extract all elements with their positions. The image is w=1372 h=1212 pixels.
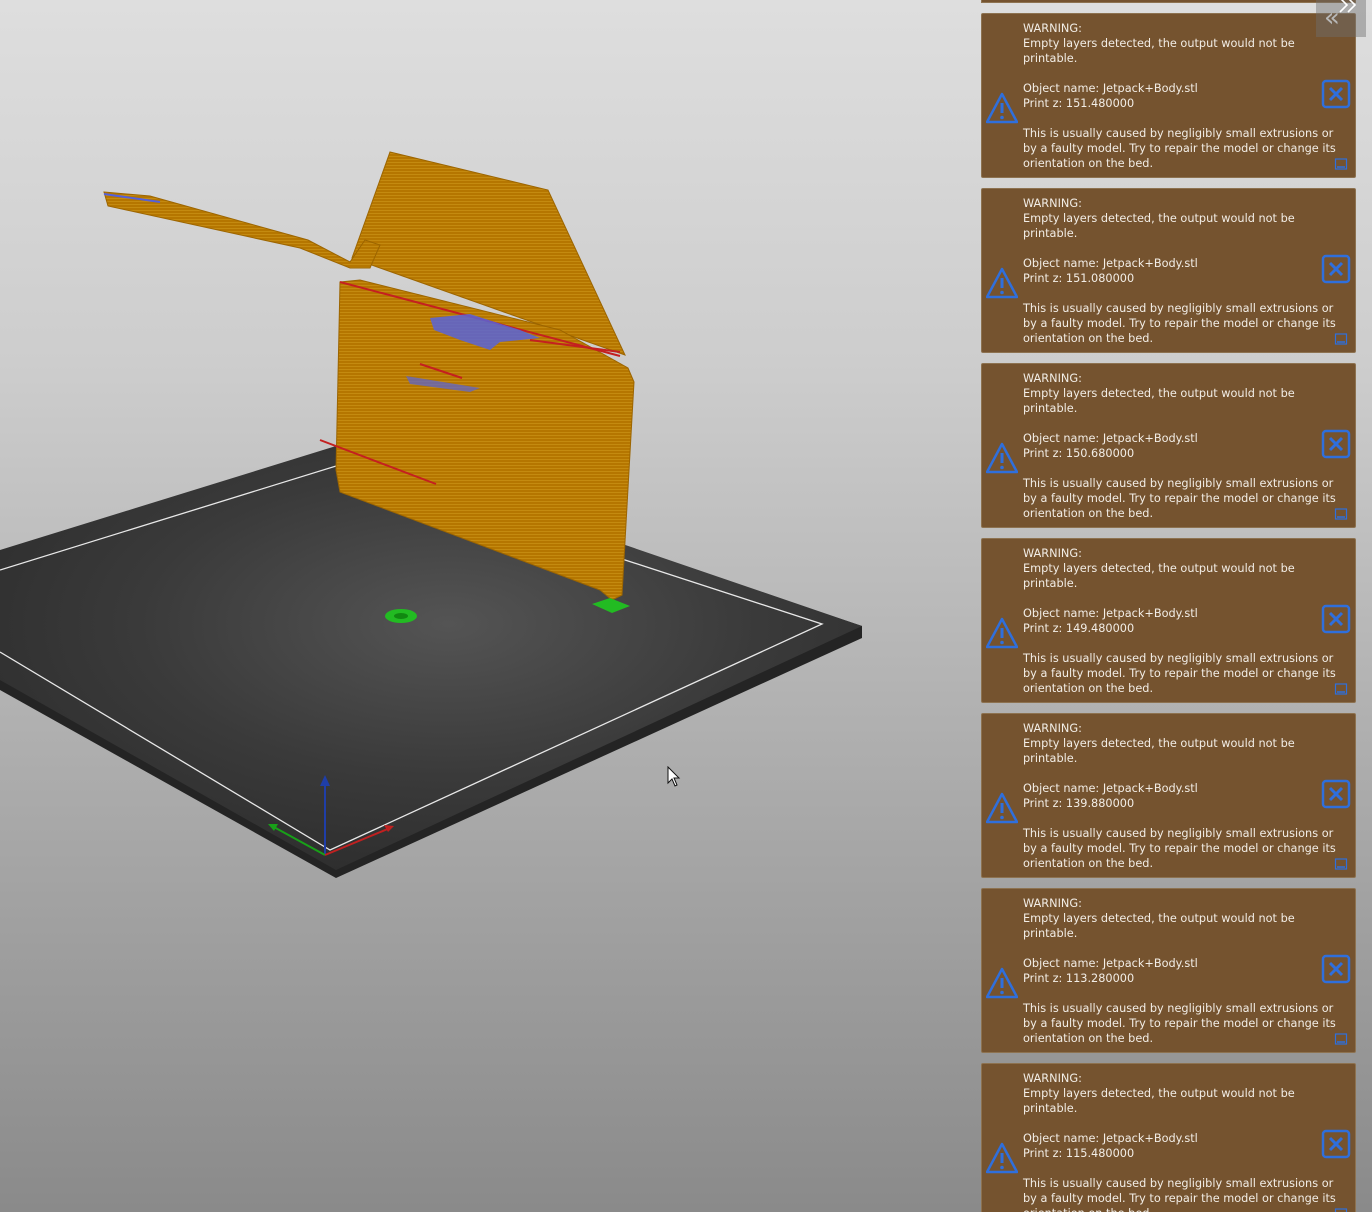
warning-triangle-icon (986, 442, 1018, 474)
warning-message: printable. (1023, 752, 1078, 765)
warning-message: printable. (1023, 1102, 1078, 1115)
hint-text: by a faulty model. Try to repair the mod… (1023, 842, 1336, 855)
print-z: Print z: 113.280000 (1023, 972, 1135, 985)
warning-triangle-icon (986, 792, 1018, 824)
object-name: Object name: Jetpack+Body.stl (1023, 957, 1198, 970)
warning-heading: WARNING: (1023, 722, 1082, 735)
minimize-notification-icon[interactable] (1334, 857, 1348, 871)
notification-card: WARNING: Empty layers detected, the outpu… (981, 1063, 1356, 1212)
minimize-notification-icon[interactable] (1334, 332, 1348, 346)
hint-text: This is usually caused by negligibly sma… (1023, 652, 1334, 665)
warning-message: printable. (1023, 577, 1078, 590)
hint-text: orientation on the bed. (1023, 682, 1154, 695)
notification-text: WARNING: Empty layers detected, the outpu… (1023, 1071, 1336, 1212)
minimize-notification-icon[interactable] (1334, 1207, 1348, 1212)
minimize-notification-icon[interactable] (1334, 1032, 1348, 1046)
close-notification-button[interactable] (1321, 604, 1351, 634)
minimize-notification-icon[interactable] (1334, 682, 1348, 696)
notification-text: WARNING: Empty layers detected, the outpu… (1023, 371, 1336, 521)
warning-message: printable. (1023, 927, 1078, 940)
notification-list[interactable]: WARNING: Empty layers detected, the outpu… (981, 0, 1356, 1212)
warning-message: Empty layers detected, the output would … (1023, 212, 1295, 225)
hint-text: by a faulty model. Try to repair the mod… (1023, 1192, 1336, 1205)
minimize-notification-icon[interactable] (1334, 157, 1348, 171)
notification-text: WARNING: Empty layers detected, the outpu… (1023, 721, 1336, 871)
notification-card: WARNING: Empty layers detected, the outpu… (981, 13, 1356, 178)
warning-message: Empty layers detected, the output would … (1023, 562, 1295, 575)
notification-card: WARNING: Empty layers detected, the outpu… (981, 888, 1356, 1053)
print-z: Print z: 149.480000 (1023, 622, 1135, 635)
hint-text: orientation on the bed. (1023, 332, 1154, 345)
warning-heading: WARNING: (1023, 372, 1082, 385)
object-name: Object name: Jetpack+Body.stl (1023, 782, 1198, 795)
object-name: Object name: Jetpack+Body.stl (1023, 82, 1198, 95)
close-notification-button[interactable] (1321, 254, 1351, 284)
print-z: Print z: 115.480000 (1023, 1147, 1135, 1160)
hint-text: This is usually caused by negligibly sma… (1023, 302, 1334, 315)
notification-card: WARNING: Empty layers detected, the outpu… (981, 363, 1356, 528)
warning-message: Empty layers detected, the output would … (1023, 37, 1295, 50)
warning-message: printable. (1023, 402, 1078, 415)
minimize-notification-icon[interactable] (1334, 507, 1348, 521)
notification-card: WARNING: Empty layers detected, the outpu… (981, 713, 1356, 878)
notification-card: WARNING: Empty layers detected, the outpu… (981, 538, 1356, 703)
warning-heading: WARNING: (1023, 1072, 1082, 1085)
object-name: Object name: Jetpack+Body.stl (1023, 257, 1198, 270)
warning-heading: WARNING: (1023, 197, 1082, 210)
object-name: Object name: Jetpack+Body.stl (1023, 432, 1198, 445)
notification-text: WARNING: Empty layers detected, the outpu… (1023, 196, 1336, 346)
warning-triangle-icon (986, 967, 1018, 999)
close-notification-button[interactable] (1321, 954, 1351, 984)
hint-text: by a faulty model. Try to repair the mod… (1023, 1017, 1336, 1030)
hint-text: by a faulty model. Try to repair the mod… (1023, 317, 1336, 330)
close-notification-button[interactable] (1321, 779, 1351, 809)
warning-message: Empty layers detected, the output would … (1023, 737, 1295, 750)
notification-card: WARNING: Empty layers detected, the outpu… (981, 188, 1356, 353)
warning-triangle-icon (986, 267, 1018, 299)
warning-message: Empty layers detected, the output would … (1023, 387, 1295, 400)
hint-text: orientation on the bed. (1023, 1032, 1154, 1045)
notification-text: WARNING: Empty layers detected, the outpu… (1023, 546, 1336, 696)
hint-text: orientation on the bed. (1023, 507, 1154, 520)
hint-text: by a faulty model. Try to repair the mod… (1023, 492, 1336, 505)
warning-triangle-icon (986, 1142, 1018, 1174)
hint-text: by a faulty model. Try to repair the mod… (1023, 667, 1336, 680)
hint-text: orientation on the bed. (1023, 857, 1154, 870)
warning-message: printable. (1023, 52, 1078, 65)
warning-message: printable. (1023, 227, 1078, 240)
warning-message: Empty layers detected, the output would … (1023, 1087, 1295, 1100)
close-notification-button[interactable] (1321, 429, 1351, 459)
hint-text: This is usually caused by negligibly sma… (1023, 1002, 1334, 1015)
warning-triangle-icon (986, 617, 1018, 649)
print-z: Print z: 151.480000 (1023, 97, 1135, 110)
hint-text: orientation on the bed. (1023, 1206, 1323, 1212)
warning-heading: WARNING: (1023, 547, 1082, 560)
scene-canvas[interactable] (0, 0, 980, 1212)
warning-heading: WARNING: (1023, 22, 1082, 35)
print-z: Print z: 150.680000 (1023, 447, 1135, 460)
warning-heading: WARNING: (1023, 897, 1082, 910)
object-name: Object name: Jetpack+Body.stl (1023, 607, 1198, 620)
hint-text: This is usually caused by negligibly sma… (1023, 477, 1334, 490)
3d-viewport[interactable] (0, 0, 980, 1212)
hint-text: This is usually caused by negligibly sma… (1023, 1177, 1334, 1190)
print-z: Print z: 151.080000 (1023, 272, 1135, 285)
print-z: Print z: 139.880000 (1023, 797, 1135, 810)
object-name: Object name: Jetpack+Body.stl (1023, 1132, 1198, 1145)
warning-message: Empty layers detected, the output would … (1023, 912, 1295, 925)
warning-triangle-icon (986, 92, 1018, 124)
close-notification-button[interactable] (1321, 79, 1351, 109)
hint-text: by a faulty model. Try to repair the mod… (1023, 142, 1336, 155)
close-notification-button[interactable] (1321, 1129, 1351, 1159)
hint-text: orientation on the bed. (1023, 157, 1154, 170)
hint-text: This is usually caused by negligibly sma… (1023, 127, 1334, 140)
notification-text: WARNING: Empty layers detected, the outpu… (1023, 896, 1336, 1046)
hint-text: This is usually caused by negligibly sma… (1023, 827, 1334, 840)
notification-text: WARNING: Empty layers detected, the outpu… (1023, 21, 1336, 171)
notification-edge (981, 0, 1356, 3)
mouse-cursor-icon (667, 766, 681, 787)
double-chevron-right-icon[interactable] (1336, 0, 1362, 14)
